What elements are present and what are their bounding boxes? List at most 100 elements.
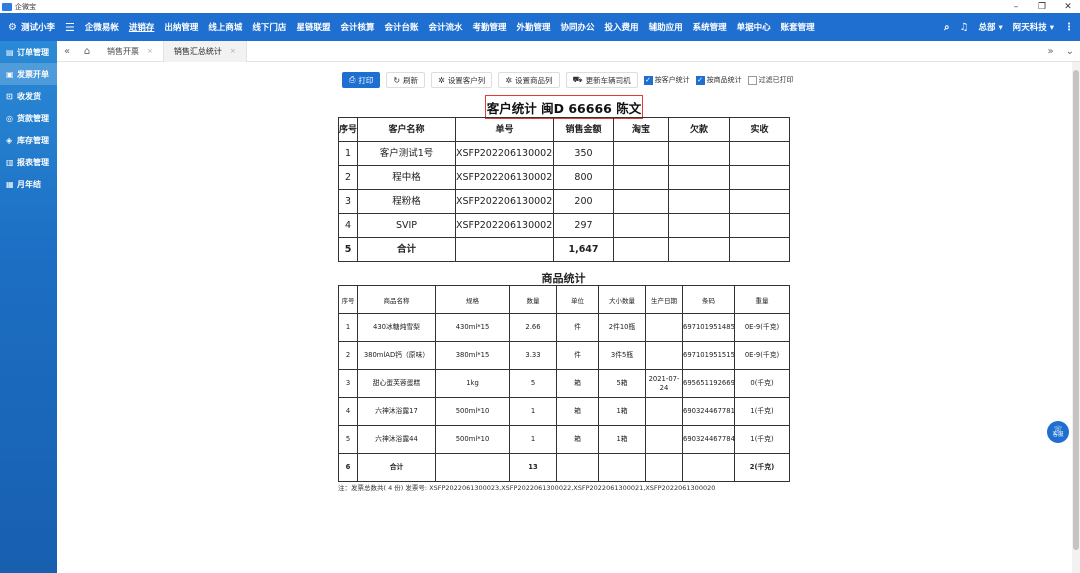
column-header: 生产日期 [645,285,683,314]
brand[interactable]: ⚙ 测试小李 [8,21,55,34]
order-number: XSFP2022061300020 [455,141,554,166]
row-number: 3 [338,369,358,398]
sidebar-item-payment[interactable]: ◎ 货款管理 [0,107,57,129]
column-header: 规格 [435,285,510,314]
update-driver-button[interactable]: ⛟ 更新车辆司机 [565,72,638,88]
nav-item[interactable]: 外勤管理 [517,21,551,33]
sidebar-item-inventory[interactable]: ◈ 库存管理 [0,129,57,151]
goods-name: 六神沐浴露44 [357,425,436,454]
nav-item-active[interactable]: 进销存 [129,21,155,33]
nav-item[interactable]: 出纳管理 [164,21,198,33]
nav-item[interactable]: 企微易帐 [85,21,119,33]
sidebar-item-shipping[interactable]: ⊡ 收发货 [0,85,57,107]
restore-button[interactable]: ❐ [1036,2,1048,12]
close-icon[interactable]: × [230,47,236,55]
set-customer-columns-button[interactable]: ✲ 设置客户列 [431,72,493,88]
nav-item[interactable]: 线下门店 [252,21,286,33]
sales-amount: 200 [553,189,614,214]
by-customer-checkbox[interactable]: ✓ 按客户统计 [643,75,690,85]
column-header: 条码 [682,285,735,314]
scrollbar-thumb[interactable] [1073,70,1079,550]
checkbox-checked-icon: ✓ [643,75,653,85]
refresh-button[interactable]: ↻ 刷新 [386,72,426,88]
total-label: 合计 [357,237,456,262]
row-number: 5 [338,237,358,262]
customer-service-button[interactable]: ☏ 客服 [1047,421,1069,443]
order-number: XSFP2022061300022 [455,213,554,238]
main-content: ⎙ 打印 ↻ 刷新 ✲ 设置客户列 ✲ 设置商品列 ⛟ 更新车辆司机 ✓ 按客户… [57,62,1072,573]
goods-unit: 箱 [556,425,599,454]
set-goods-columns-button[interactable]: ✲ 设置商品列 [498,72,560,88]
nav-item[interactable]: 单据中心 [737,21,771,33]
search-icon[interactable]: ⌕ [944,22,950,33]
goods-stats-title: 商品统计 [541,272,586,285]
set-customer-columns-label: 设置客户列 [447,75,486,85]
nav-item[interactable]: 协同办公 [561,21,595,33]
goods-big-small-qty: 5箱 [598,369,646,398]
column-header: 单号 [455,117,554,142]
sidebar-item-reports[interactable]: ▥ 报表管理 [0,151,57,173]
minimize-button[interactable]: – [1010,2,1022,12]
table-total-row: 5 合计 1,647 [338,237,790,262]
home-icon[interactable]: ⌂ [77,46,97,57]
stack-icon: ◈ [6,135,13,145]
sidebar-item-orders[interactable]: ▤ 订单管理 [0,41,57,63]
invoice-note: 注：发票总数共( 4 份) 发票号: XSFP2022061300023,XSF… [338,484,716,492]
nav-item[interactable]: 账套管理 [781,21,815,33]
tab-sales-summary[interactable]: 销售汇总统计 × [163,40,247,62]
row-number: 6 [338,453,358,482]
goods-big-small-qty: 3件5瓶 [598,341,646,370]
filter-printed-label: 过滤已打印 [758,76,794,84]
nav-item[interactable]: 会计台账 [384,21,418,33]
nav-item[interactable]: 星链联盟 [296,21,330,33]
column-header: 客户名称 [357,117,456,142]
print-button[interactable]: ⎙ 打印 [342,72,381,88]
empty-cell [668,213,730,238]
goods-unit: 箱 [556,397,599,426]
table-row: 5 六神沐浴露44 500ml*10 1 箱 1箱 6903244677844 … [338,425,790,454]
goods-spec: 500ml*10 [435,397,510,426]
bell-icon[interactable]: ♫ [960,22,969,33]
column-header: 淘宝 [613,117,669,142]
nav-item[interactable]: 系统管理 [693,21,727,33]
nav-item[interactable]: 投入费用 [605,21,639,33]
table-row: 4 SVIP XSFP2022061300022 297 [338,213,790,238]
customer-name: 程粉格 [357,189,456,214]
tab-sales-invoice[interactable]: 销售开票 × [97,40,164,62]
goods-spec: 430ml*15 [435,313,510,342]
window-titlebar: 企微宝 – ❐ ✕ [0,0,1080,13]
sidebar-item-closing[interactable]: ▦ 月年结 [0,173,57,195]
table-header-row: 序号 商品名称 规格 数量 单位 大小数量 生产日期 条码 重量 [338,285,790,314]
branch-selector[interactable]: 总部 ▾ [979,21,1003,33]
goods-qty: 3.33 [509,341,557,370]
sidebar-item-invoice[interactable]: ▣ 发票开单 [0,63,57,85]
filter-printed-checkbox[interactable]: 过滤已打印 [747,75,794,85]
company-selector[interactable]: 阿天科技 ▾ [1013,21,1054,33]
empty-cell [668,189,730,214]
menu-toggle-icon[interactable]: ☰ [65,21,75,34]
tabs-scroll-right-icon[interactable]: » [1047,46,1053,57]
close-icon[interactable]: × [147,47,153,55]
close-button[interactable]: ✕ [1062,2,1074,12]
tabs-scroll-left-icon[interactable]: « [57,46,77,57]
update-driver-label: 更新车辆司机 [585,75,631,85]
more-icon[interactable]: ⋮ [1064,22,1074,33]
nav-item[interactable]: 考勤管理 [473,21,507,33]
column-header: 序号 [338,285,358,314]
empty-cell [645,453,683,482]
brand-name: 测试小李 [20,23,55,33]
sidebar-item-label: 月年结 [17,179,41,189]
chevron-down-icon[interactable]: ⌄ [1066,46,1074,57]
goods-stats-table: 序号 商品名称 规格 数量 单位 大小数量 生产日期 条码 重量 1 430冰糖… [338,285,790,482]
column-header: 实收 [729,117,790,142]
by-goods-checkbox[interactable]: ✓ 按商品统计 [695,75,742,85]
column-header: 销售金额 [553,117,614,142]
nav-item[interactable]: 线上商城 [208,21,242,33]
sidebar-item-label: 收发货 [17,91,41,101]
table-row: 2 程中格 XSFP2022061300023 800 [338,165,790,190]
nav-item[interactable]: 辅助应用 [649,21,683,33]
vertical-scrollbar[interactable] [1072,62,1080,573]
nav-item[interactable]: 会计核算 [340,21,374,33]
tab-bar: « ⌂ 销售开票 × 销售汇总统计 × » ⌄ [57,40,1080,62]
nav-item[interactable]: 会计流水 [428,21,462,33]
